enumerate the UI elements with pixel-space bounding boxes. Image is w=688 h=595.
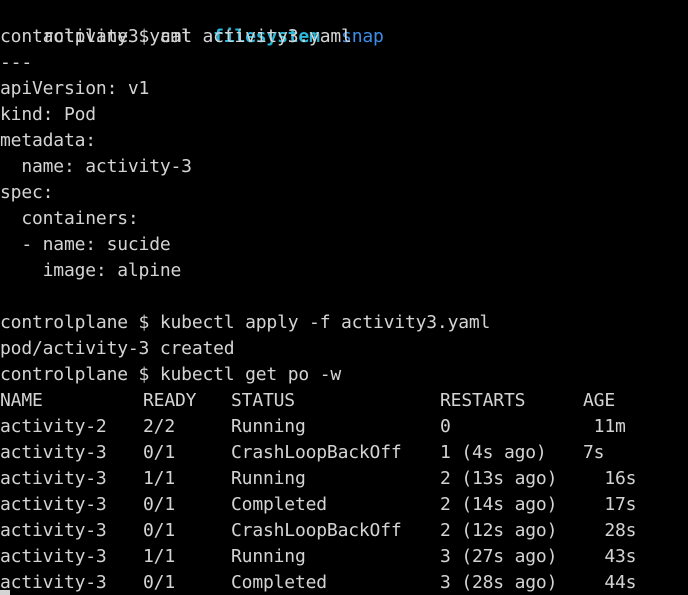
output-line: kind: Pod [0, 104, 96, 125]
output-line: image: alpine [0, 260, 182, 281]
pod-ready-cell: 0/1 [143, 442, 175, 463]
terminal-cursor [0, 590, 10, 595]
output-line: containers: [0, 208, 139, 229]
output-line: spec: [0, 182, 54, 203]
table-header-row: NAME READY STATUS RESTARTS AGE [0, 388, 688, 414]
pod-restarts-cell: 3 (28s ago) [440, 572, 558, 593]
pod-status-cell: Running [231, 546, 306, 567]
pod-age-cell: 16s [583, 468, 637, 489]
table-row: activity-3 1/1 Running 3 (27s ago) 43s [0, 544, 688, 570]
pod-restarts-cell: 2 (13s ago) [440, 468, 558, 489]
terminal-window[interactable]: activity3.yaml filesystem snap controlpl… [0, 0, 688, 595]
prompt-line: controlplane $ kubectl apply -f activity… [0, 312, 491, 333]
pod-name-cell: activity-2 [0, 416, 107, 437]
output-line: metadata: [0, 130, 96, 151]
pod-ready-cell: 0/1 [143, 520, 175, 541]
pod-ready-cell: 0/1 [143, 572, 175, 593]
prompt-line: controlplane $ kubectl get po -w [0, 364, 342, 385]
column-header-ready: READY [143, 390, 197, 411]
pod-ready-cell: 2/2 [143, 416, 175, 437]
pod-age-cell: 17s [583, 494, 637, 515]
pod-name-cell: activity-3 [0, 494, 107, 515]
prompt-line: controlplane $ cat activity3.yaml [0, 26, 352, 47]
pod-name-cell: activity-3 [0, 520, 107, 541]
pod-ready-cell: 1/1 [143, 468, 175, 489]
pod-restarts-cell: 2 (14s ago) [440, 494, 558, 515]
pod-status-cell: CrashLoopBackOff [231, 442, 402, 463]
pod-ready-cell: 1/1 [143, 546, 175, 567]
column-header-age: AGE [583, 390, 615, 411]
pod-status-cell: Completed [231, 494, 327, 515]
pod-status-cell: CrashLoopBackOff [231, 520, 402, 541]
pod-age-cell: 43s [583, 546, 637, 567]
pod-name-cell: activity-3 [0, 468, 107, 489]
pod-status-cell: Completed [231, 572, 327, 593]
pod-status-cell: Running [231, 416, 306, 437]
output-line: --- [0, 52, 32, 73]
table-row: activity-3 0/1 Completed 2 (14s ago) 17s [0, 492, 688, 518]
ls-output-line: activity3.yaml filesystem snap [0, 0, 384, 47]
output-line: - name: sucide [0, 234, 171, 255]
pod-name-cell: activity-3 [0, 442, 107, 463]
pod-age-cell: 28s [583, 520, 637, 541]
table-row: activity-3 0/1 CrashLoopBackOff 2 (12s a… [0, 518, 688, 544]
column-header-status: STATUS [231, 390, 295, 411]
output-line: name: activity-3 [0, 156, 192, 177]
pod-restarts-cell: 0 [440, 416, 451, 437]
pod-name-cell: activity-3 [0, 572, 107, 593]
pod-age-cell: 11m [583, 416, 626, 437]
pod-age-cell: 44s [583, 572, 637, 593]
output-line: pod/activity-3 created [0, 338, 235, 359]
pod-name-cell: activity-3 [0, 546, 107, 567]
pod-age-cell: 7s [583, 442, 605, 463]
table-row: activity-3 0/1 Completed 3 (28s ago) 44s [0, 570, 688, 595]
pod-restarts-cell: 1 (4s ago) [440, 442, 547, 463]
pod-status-cell: Running [231, 468, 306, 489]
output-line: apiVersion: v1 [0, 78, 150, 99]
table-row: activity-2 2/2 Running 0 11m [0, 414, 688, 440]
pod-ready-cell: 0/1 [143, 494, 175, 515]
column-header-name: NAME [0, 390, 43, 411]
table-row: activity-3 0/1 CrashLoopBackOff 1 (4s ag… [0, 440, 688, 466]
table-row: activity-3 1/1 Running 2 (13s ago) 16s [0, 466, 688, 492]
column-header-restarts: RESTARTS [440, 390, 526, 411]
pod-restarts-cell: 3 (27s ago) [440, 546, 558, 567]
pod-restarts-cell: 2 (12s ago) [440, 520, 558, 541]
